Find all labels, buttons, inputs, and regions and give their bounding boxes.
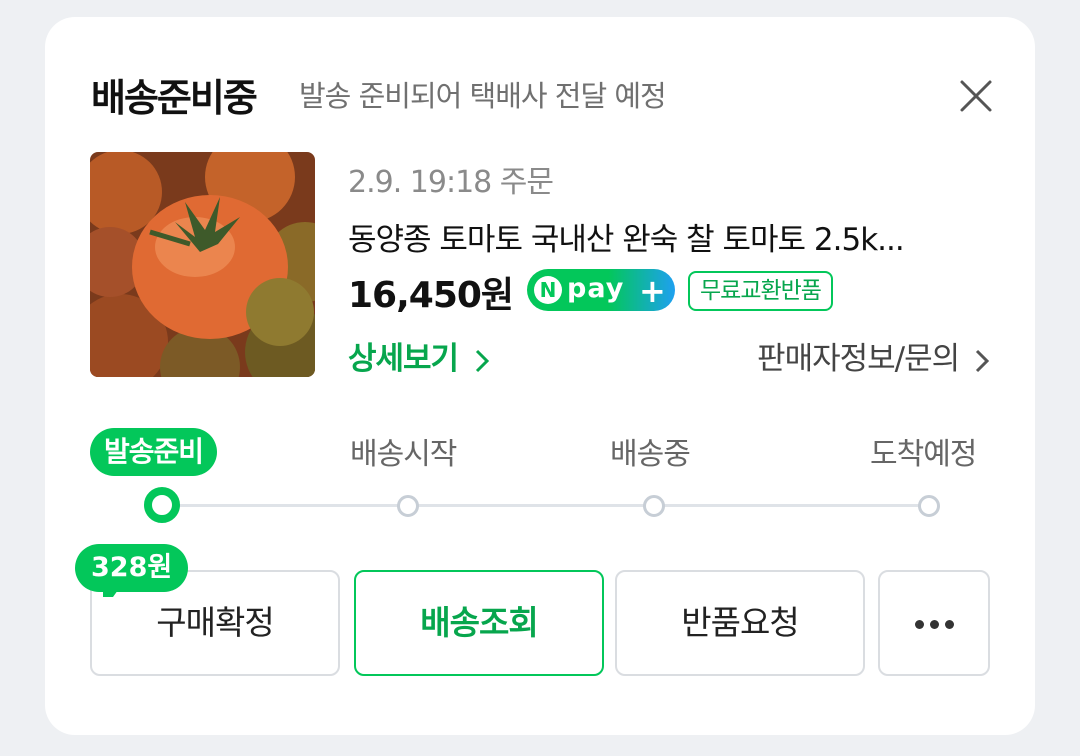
chevron-right-icon: [475, 349, 490, 372]
step-dot: [643, 495, 665, 517]
status-description: 발송 준비되어 택배사 전달 예정: [299, 79, 667, 113]
step-label-2: 배송시작: [350, 437, 457, 472]
product-name[interactable]: 동양종 토마토 국내산 완숙 찰 토마토 2.5k...: [348, 214, 988, 259]
tomato-image: [90, 152, 315, 377]
npay-label: pay: [567, 273, 625, 304]
step-label-3: 배송중: [610, 437, 691, 472]
chevron-right-icon: [975, 349, 990, 372]
step-label-4: 도착예정: [870, 437, 977, 472]
reward-badge: 328원: [75, 544, 189, 592]
detail-link-label: 상세보기: [348, 341, 459, 377]
status-title: 배송준비중: [91, 76, 258, 120]
more-button[interactable]: [878, 570, 990, 676]
seller-info-link[interactable]: 판매자정보/문의: [757, 333, 990, 378]
product-thumbnail[interactable]: [90, 152, 315, 377]
step-dot-current: [144, 487, 180, 523]
more-icon: [912, 572, 957, 674]
order-status-card: 배송준비중 발송 준비되어 택배사 전달 예정 2.9. 19:18 주문 동양…: [45, 17, 1035, 735]
step-dot: [397, 495, 419, 517]
plus-icon: +: [639, 272, 666, 310]
seller-link-label: 판매자정보/문의: [757, 341, 960, 377]
npay-n-icon: N: [534, 276, 562, 304]
progress-track: [163, 504, 933, 507]
detail-link[interactable]: 상세보기: [348, 333, 490, 378]
step-dot: [918, 495, 940, 517]
reward-badge-tail: [103, 583, 123, 597]
npay-plus-badge: N pay +: [527, 269, 675, 311]
track-delivery-button[interactable]: 배송조회: [354, 570, 604, 676]
step-label-current: 발송준비: [90, 428, 218, 476]
free-return-badge: 무료교환반품: [688, 271, 833, 311]
return-request-button[interactable]: 반품요청: [615, 570, 865, 676]
product-price: 16,450원: [348, 275, 514, 316]
close-icon[interactable]: [959, 79, 993, 113]
order-date: 2.9. 19:18 주문: [348, 165, 554, 200]
